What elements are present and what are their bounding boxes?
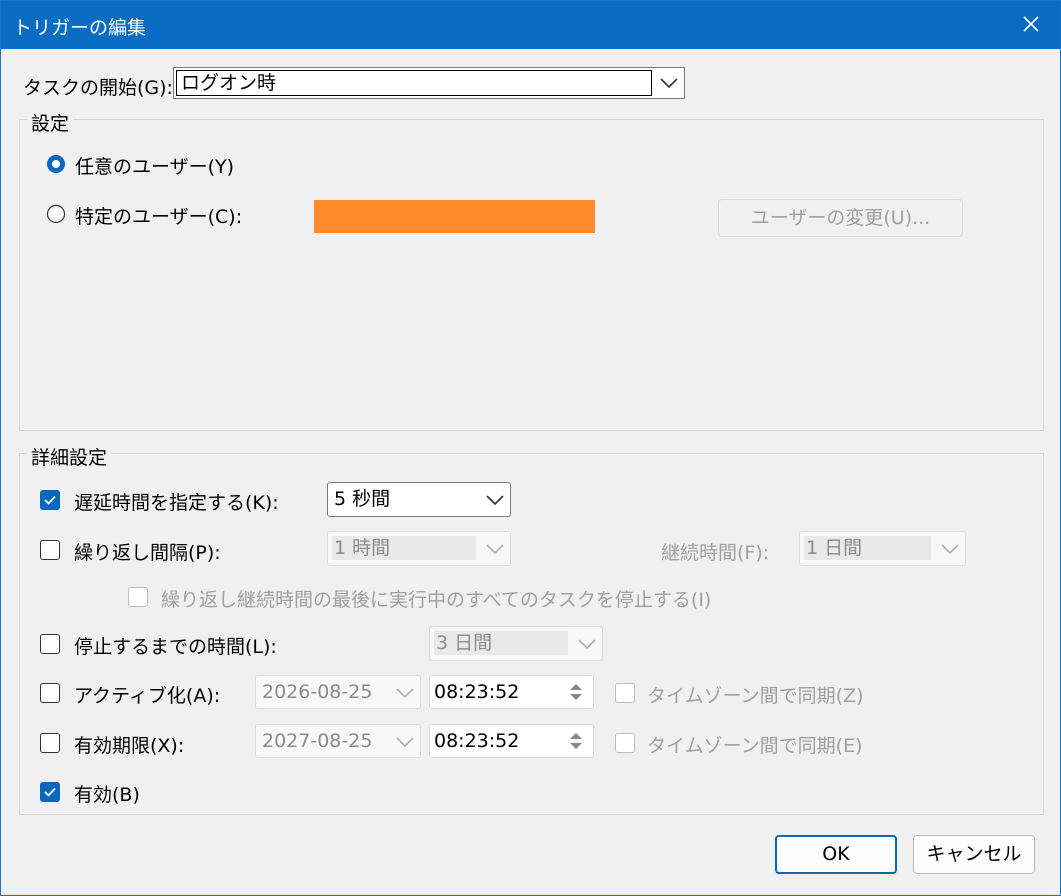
stop-after-value: 3 日間 — [436, 632, 493, 654]
repeat-interval-dropdown[interactable]: 1 時間 — [327, 531, 511, 566]
delay-value: 5 秒間 — [334, 488, 391, 510]
trigger-dialog: トリガーの編集 タスクの開始(G): ログオン時 設定 任意のユーザー(Y) 特… — [0, 0, 1061, 896]
expire-sync-label: タイムゾーン間で同期(E) — [647, 735, 863, 757]
repeat-label: 繰り返し間隔(P): — [74, 542, 221, 564]
chevron-down-icon — [484, 489, 506, 511]
duration-label: 継続時間(F): — [661, 542, 770, 564]
activate-time-stepper[interactable]: 08:23:52 — [429, 675, 594, 709]
any-user-label: 任意のユーザー(Y) — [75, 156, 235, 178]
ok-button[interactable]: OK — [775, 835, 897, 874]
chevron-down-icon — [576, 633, 598, 655]
activate-date-picker[interactable]: 2026-08-25 — [255, 675, 421, 709]
repeat-value: 1 時間 — [334, 537, 391, 559]
close-icon[interactable] — [1016, 9, 1046, 39]
expire-sync-checkbox[interactable] — [615, 733, 635, 753]
chevron-down-icon — [939, 538, 961, 560]
stop-after-checkbox[interactable] — [40, 634, 60, 654]
activate-sync-checkbox[interactable] — [615, 683, 635, 703]
chevron-down-icon — [394, 731, 416, 753]
duration-dropdown[interactable]: 1 日間 — [799, 531, 966, 566]
specific-user-radio[interactable] — [46, 204, 66, 224]
stop-all-label: 繰り返し継続時間の最後に実行中のすべてのタスクを停止する(I) — [161, 589, 712, 611]
stop-after-dropdown[interactable]: 3 日間 — [429, 626, 603, 661]
expire-time-value: 08:23:52 — [434, 730, 520, 752]
activate-checkbox[interactable] — [40, 683, 60, 703]
change-user-button[interactable]: ユーザーの変更(U)... — [718, 199, 963, 237]
stop-all-checkbox[interactable] — [128, 587, 148, 607]
title-bar: トリガーの編集 — [1, 1, 1060, 49]
redacted-username — [314, 200, 595, 233]
expire-checkbox[interactable] — [40, 733, 60, 753]
activate-label: アクティブ化(A): — [74, 685, 221, 707]
cancel-button[interactable]: キャンセル — [913, 835, 1035, 874]
expire-date-picker[interactable]: 2027-08-25 — [255, 724, 421, 758]
chevron-down-icon — [394, 682, 416, 704]
advanced-group-label: 詳細設定 — [27, 443, 112, 470]
start-task-label: タスクの開始(G): — [23, 77, 173, 99]
activate-sync-label: タイムゾーン間で同期(Z) — [647, 685, 864, 707]
activate-date-value: 2026-08-25 — [262, 681, 373, 703]
expire-label: 有効期限(X): — [74, 735, 185, 757]
window-title: トリガーの編集 — [13, 17, 147, 39]
start-task-dropdown[interactable]: ログオン時 — [173, 67, 685, 99]
spin-arrows-icon[interactable] — [566, 729, 586, 758]
chevron-down-icon — [484, 538, 506, 560]
delay-dropdown[interactable]: 5 秒間 — [327, 482, 511, 517]
activate-time-value: 08:23:52 — [434, 681, 520, 703]
repeat-checkbox[interactable] — [40, 540, 60, 560]
settings-group-label: 設定 — [27, 109, 74, 136]
start-task-value: ログオン時 — [176, 70, 652, 96]
any-user-radio[interactable] — [46, 154, 66, 174]
delay-checkbox[interactable] — [40, 490, 60, 510]
spin-arrows-icon[interactable] — [566, 680, 586, 709]
expire-date-value: 2027-08-25 — [262, 730, 373, 752]
chevron-down-icon — [658, 72, 680, 94]
enabled-label: 有効(B) — [74, 784, 140, 806]
delay-label: 遅延時間を指定する(K): — [74, 492, 279, 514]
enabled-checkbox[interactable] — [40, 782, 60, 802]
specific-user-label: 特定のユーザー(C): — [75, 206, 243, 228]
duration-value: 1 日間 — [806, 537, 863, 559]
expire-time-stepper[interactable]: 08:23:52 — [429, 724, 594, 758]
stop-after-label: 停止するまでの時間(L): — [74, 636, 277, 658]
